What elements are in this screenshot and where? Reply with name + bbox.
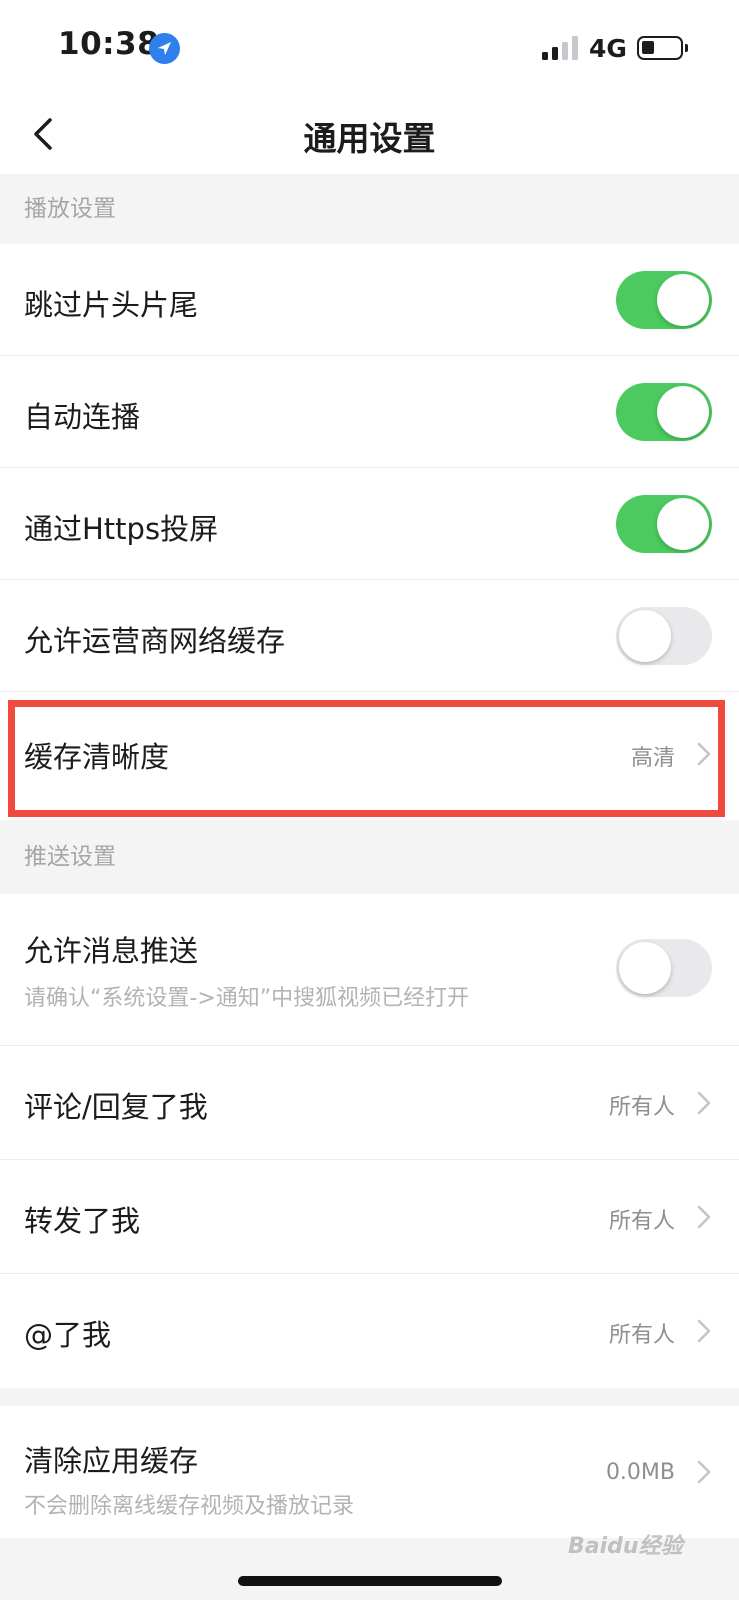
row-label: 缓存清晰度: [24, 740, 170, 774]
navigation-bar: 通用设置: [0, 96, 739, 174]
chevron-right-icon: [697, 1319, 711, 1343]
row-value: 0.0MB: [605, 1460, 675, 1485]
row-value: 高清: [630, 746, 675, 771]
row-value: 所有人: [608, 1095, 675, 1120]
row-value: 所有人: [608, 1323, 675, 1348]
row-label: 允许运营商网络缓存: [24, 624, 286, 658]
setting-row-autoplay: 自动连播: [0, 356, 739, 468]
row-label: 自动连播: [24, 400, 141, 434]
battery-icon: [637, 36, 688, 60]
row-label: 评论/回复了我: [24, 1090, 208, 1124]
setting-row-carrier-cache: 允许运营商网络缓存: [0, 580, 739, 692]
location-arrow-icon: [149, 33, 180, 64]
section-header-playback: 播放设置: [0, 174, 739, 244]
row-label: @了我: [24, 1318, 112, 1352]
setting-row-skip-intro: 跳过片头片尾: [0, 244, 739, 356]
row-label: 允许消息推送: [24, 934, 199, 968]
setting-row-mentioned[interactable]: @了我 所有人: [0, 1274, 739, 1388]
setting-row-https-cast: 通过Https投屏: [0, 468, 739, 580]
row-label: 跳过片头片尾: [24, 288, 199, 322]
section-header-push: 推送设置: [0, 820, 739, 894]
chevron-right-icon: [697, 1460, 711, 1484]
home-indicator[interactable]: [238, 1576, 502, 1586]
setting-row-comment-reply[interactable]: 评论/回复了我 所有人: [0, 1046, 739, 1160]
row-value: 所有人: [608, 1209, 675, 1234]
autoplay-toggle[interactable]: [616, 383, 712, 441]
row-label: 通过Https投屏: [24, 512, 219, 546]
setting-row-forwarded[interactable]: 转发了我 所有人: [0, 1160, 739, 1274]
row-label: 清除应用缓存: [24, 1444, 199, 1478]
row-label: 转发了我: [24, 1204, 141, 1238]
skip-intro-toggle[interactable]: [616, 271, 712, 329]
page-title: 通用设置: [303, 119, 436, 158]
network-type: 4G: [589, 34, 627, 63]
status-bar: 10:38 4G: [0, 0, 739, 96]
setting-row-clear-cache[interactable]: 清除应用缓存 不会删除离线缓存视频及播放记录 0.0MB: [0, 1406, 739, 1538]
row-subtitle: 请确认“系统设置->通知”中搜狐视频已经打开: [24, 986, 470, 1011]
carrier-cache-toggle[interactable]: [616, 607, 712, 665]
setting-row-cache-quality[interactable]: 缓存清晰度 高清: [0, 692, 739, 820]
allow-push-toggle[interactable]: [616, 939, 712, 997]
status-time: 10:38: [58, 26, 160, 62]
chevron-right-icon: [697, 1205, 711, 1229]
chevron-right-icon: [697, 1091, 711, 1115]
https-cast-toggle[interactable]: [616, 495, 712, 553]
row-subtitle: 不会删除离线缓存视频及播放记录: [24, 1494, 355, 1519]
chevron-right-icon: [697, 742, 711, 766]
cellular-signal-icon: [542, 36, 582, 60]
watermark: Baidu经验: [568, 1534, 683, 1559]
setting-row-allow-push: 允许消息推送 请确认“系统设置->通知”中搜狐视频已经打开: [0, 894, 739, 1046]
